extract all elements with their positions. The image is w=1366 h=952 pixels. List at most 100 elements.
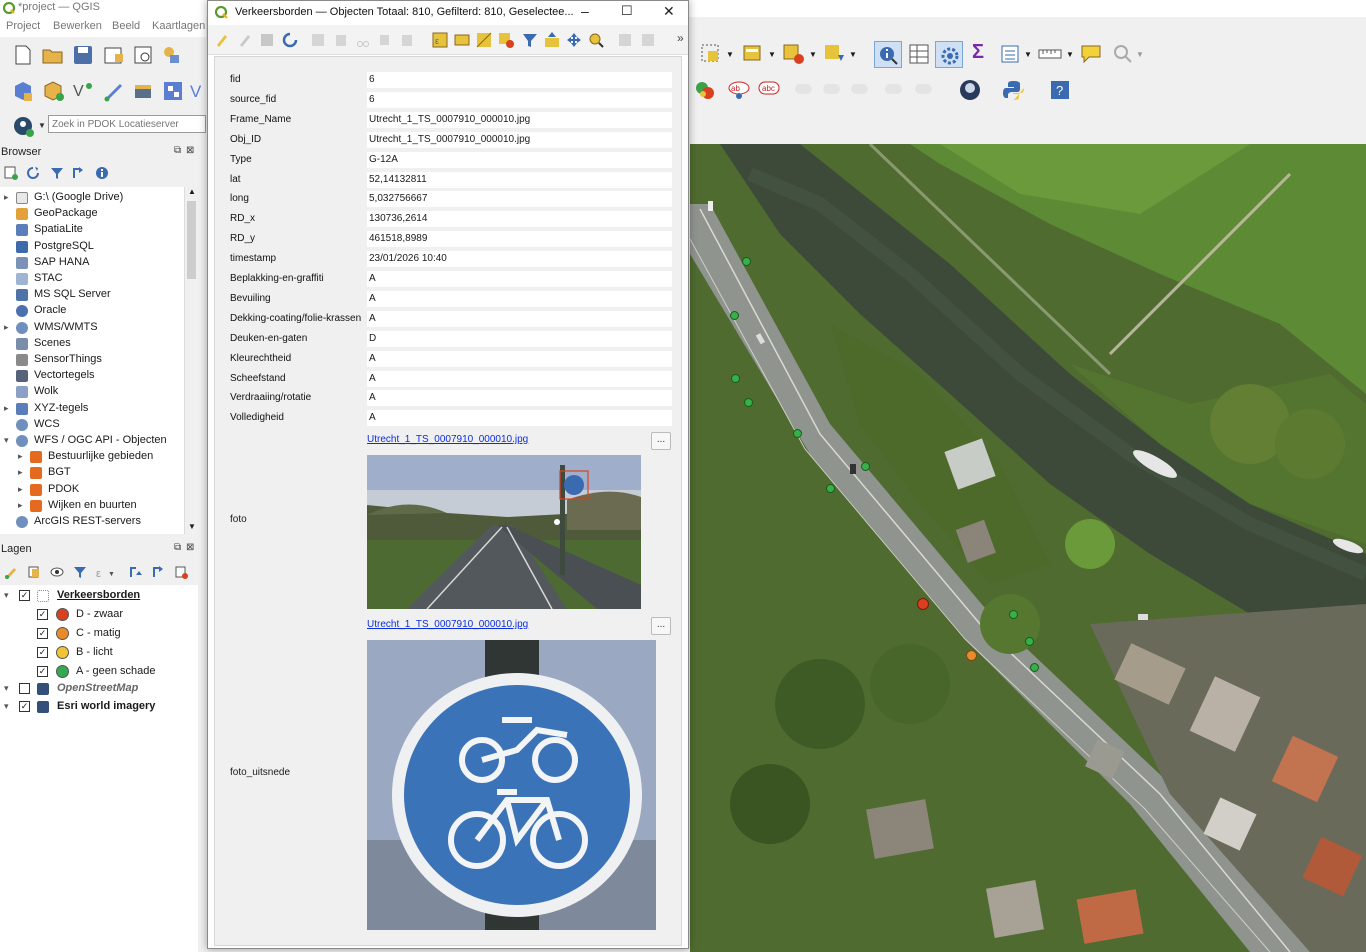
- sign-point-a[interactable]: [793, 429, 802, 438]
- chevron-down-icon[interactable]: ▼: [849, 50, 857, 59]
- menu-kaartlagen[interactable]: Kaartlagen: [152, 20, 205, 32]
- browser-item[interactable]: ArcGIS REST-servers: [0, 514, 184, 530]
- browser-scrollbar[interactable]: ▲ ▼: [184, 187, 198, 534]
- sign-point-a[interactable]: [742, 257, 751, 266]
- close-button[interactable]: ✕: [663, 3, 675, 20]
- foto-browse-button[interactable]: ...: [651, 432, 671, 450]
- layer-item[interactable]: ▾ ✓ Esri world imagery: [0, 699, 198, 715]
- attribute-value-field[interactable]: A: [367, 310, 672, 327]
- float-panel-icon[interactable]: ⧉: [174, 542, 181, 553]
- new-vector-layer-icon[interactable]: V: [72, 80, 96, 102]
- layer-labeling-icon[interactable]: ab: [728, 81, 750, 99]
- label-toolbar-icon[interactable]: [694, 79, 716, 101]
- browser-item[interactable]: SpatiaLite: [0, 222, 184, 238]
- filter-expression-icon[interactable]: ε ▼: [96, 565, 118, 579]
- collapse-arrow-icon[interactable]: ▾: [4, 590, 9, 601]
- attribute-table-icon[interactable]: [908, 43, 930, 65]
- processing-toolbox-button[interactable]: [935, 41, 963, 68]
- foto-uitsnede-image[interactable]: [367, 640, 656, 930]
- browser-item[interactable]: ▸ Bestuurlijke gebieden: [0, 449, 184, 465]
- rotate-label-icon[interactable]: [884, 81, 904, 99]
- browser-item[interactable]: ▸ Wijken en buurten: [0, 498, 184, 514]
- diagram-labeling-icon[interactable]: abc: [758, 81, 780, 99]
- legend-class-item[interactable]: ✓ A - geen schade: [0, 664, 198, 680]
- legend-class-item[interactable]: ✓ C - matig: [0, 626, 198, 642]
- refresh-icon[interactable]: [26, 166, 40, 180]
- sign-point-a[interactable]: [744, 398, 753, 407]
- attribute-value-field[interactable]: A: [367, 410, 672, 427]
- toolbar-overflow-icon[interactable]: »: [677, 31, 684, 45]
- attribute-value-field[interactable]: 52,14132811: [367, 171, 672, 188]
- attribute-value-field[interactable]: 6: [367, 91, 672, 108]
- add-feature-icon[interactable]: [311, 33, 325, 47]
- reload-icon[interactable]: [282, 32, 298, 48]
- search-icon[interactable]: [1112, 43, 1134, 65]
- browser-item[interactable]: ▸ PDOK: [0, 482, 184, 498]
- add-selected-layers-icon[interactable]: [4, 166, 18, 180]
- python-console-icon[interactable]: [1002, 79, 1024, 101]
- sign-point-a[interactable]: [826, 484, 835, 493]
- browser-item[interactable]: WCS: [0, 417, 184, 433]
- expand-arrow-icon[interactable]: ▸: [4, 322, 9, 333]
- edit-pencil-icon[interactable]: [215, 33, 229, 47]
- pan-to-selection-icon[interactable]: [566, 32, 582, 48]
- layer-visibility-checkbox[interactable]: [19, 683, 30, 694]
- sign-point-a[interactable]: [1030, 663, 1039, 672]
- chevron-down-icon[interactable]: ▼: [38, 121, 46, 130]
- foto-uitsnede-link[interactable]: Utrecht_1_TS_0007910_000010.jpg: [367, 619, 528, 630]
- close-panel-icon[interactable]: ⊠: [186, 542, 194, 553]
- browser-item[interactable]: STAC: [0, 271, 184, 287]
- browser-item[interactable]: GeoPackage: [0, 206, 184, 222]
- raster-tools-icon[interactable]: [162, 80, 186, 102]
- sign-point-a[interactable]: [730, 311, 739, 320]
- save-project-icon[interactable]: [73, 45, 93, 65]
- sign-point-c[interactable]: [966, 650, 977, 661]
- legend-class-item[interactable]: ✓ B - licht: [0, 645, 198, 661]
- plugin-street-view-icon[interactable]: [958, 78, 982, 102]
- vector-tools-icon[interactable]: V: [190, 80, 206, 102]
- attribute-value-field[interactable]: 23/01/2026 10:40: [367, 251, 672, 268]
- browser-item[interactable]: ▾ WFS / OGC API - Objecten: [0, 433, 184, 449]
- add-group-icon[interactable]: [27, 565, 41, 579]
- attribute-value-field[interactable]: Utrecht_1_TS_0007910_000010.jpg: [367, 111, 672, 128]
- multi-edit-icon[interactable]: [238, 33, 252, 47]
- measure-line-icon[interactable]: [1038, 46, 1062, 62]
- collapse-all-icon[interactable]: [72, 166, 86, 180]
- select-by-value-icon[interactable]: [742, 43, 764, 65]
- filter-icon[interactable]: [50, 166, 64, 180]
- attribute-value-field[interactable]: D: [367, 330, 672, 347]
- style-manager-icon[interactable]: [162, 45, 182, 65]
- browser-item[interactable]: ▸ XYZ-tegels: [0, 401, 184, 417]
- sign-point-a[interactable]: [731, 374, 740, 383]
- expand-arrow-icon[interactable]: ▸: [4, 403, 9, 414]
- layer-visibility-checkbox[interactable]: ✓: [37, 628, 48, 639]
- select-by-location-icon[interactable]: [823, 43, 847, 65]
- add-layer-icon[interactable]: [42, 80, 66, 102]
- save-edits-icon[interactable]: [260, 33, 274, 47]
- foto-link[interactable]: Utrecht_1_TS_0007910_000010.jpg: [367, 434, 528, 445]
- open-project-icon[interactable]: [42, 46, 64, 64]
- browser-item[interactable]: ▸ G:\ (Google Drive): [0, 190, 184, 206]
- float-panel-icon[interactable]: ⧉: [174, 145, 181, 156]
- database-icon[interactable]: [132, 80, 156, 102]
- chevron-down-icon[interactable]: ▼: [1136, 50, 1144, 59]
- collapse-arrow-icon[interactable]: ▾: [4, 435, 9, 446]
- minimize-button[interactable]: –: [581, 3, 589, 19]
- map-tips-icon[interactable]: [1080, 43, 1102, 65]
- collapse-all-icon[interactable]: [152, 565, 166, 579]
- attribute-value-field[interactable]: 461518,8989: [367, 231, 672, 248]
- new-print-layout-icon[interactable]: [103, 45, 125, 65]
- visibility-icon[interactable]: [50, 565, 66, 579]
- browser-item[interactable]: MS SQL Server: [0, 287, 184, 303]
- browser-item[interactable]: Scenes: [0, 336, 184, 352]
- expand-arrow-icon[interactable]: ▸: [18, 467, 23, 478]
- layer-visibility-checkbox[interactable]: ✓: [37, 647, 48, 658]
- legend-class-item[interactable]: ✓ D - zwaar: [0, 607, 198, 623]
- layer-visibility-checkbox[interactable]: ✓: [37, 666, 48, 677]
- collapse-arrow-icon[interactable]: ▾: [4, 683, 9, 694]
- layer-visibility-checkbox[interactable]: ✓: [19, 701, 30, 712]
- cut-icon[interactable]: [356, 33, 370, 47]
- remove-layer-icon[interactable]: [174, 565, 188, 579]
- sign-point-a[interactable]: [1025, 637, 1034, 646]
- chevron-down-icon[interactable]: ▼: [726, 50, 734, 59]
